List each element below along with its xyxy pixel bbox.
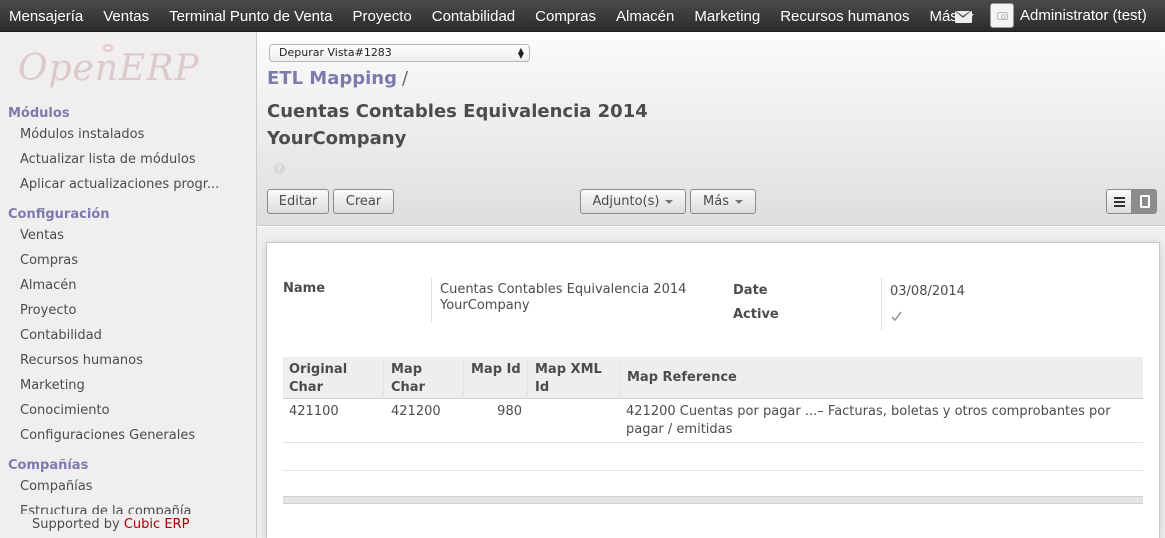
openerp-logo[interactable]: OpenERP bbox=[18, 44, 200, 89]
sidebar-item-proyecto[interactable]: Proyecto bbox=[20, 303, 77, 318]
breadcrumb: ETL Mapping / bbox=[267, 68, 408, 89]
view-header: Depurar Vista#1283 ▲ ▼ ETL Mapping / Cuent… bbox=[257, 32, 1165, 226]
column-map-reference[interactable]: Map Reference bbox=[621, 357, 1143, 399]
name-label: Name bbox=[283, 281, 326, 296]
menu-item-marketing[interactable]: Marketing bbox=[684, 8, 770, 25]
active-checkbox[interactable] bbox=[890, 310, 903, 323]
view-switcher bbox=[1106, 189, 1157, 214]
sidebar-item-configuraciones-generales[interactable]: Configuraciones Generales bbox=[20, 428, 195, 443]
cell-map-xml-id bbox=[529, 399, 620, 407]
table-footer bbox=[283, 496, 1143, 504]
sidebar-item-conocimiento[interactable]: Conocimiento bbox=[20, 403, 110, 418]
user-menu[interactable]: Administrator (test) bbox=[1020, 0, 1147, 32]
name-value: Cuentas Contables Equivalencia 2014 Your… bbox=[440, 282, 686, 314]
debug-view-select-value: Depurar Vista#1283 bbox=[279, 46, 392, 59]
field-divider bbox=[431, 278, 432, 322]
sidebar-item-contabilidad[interactable]: Contabilidad bbox=[20, 328, 102, 343]
sidebar-item-marketing[interactable]: Marketing bbox=[20, 378, 85, 393]
camera-icon bbox=[997, 12, 1008, 20]
menu-item-rrhh[interactable]: Recursos humanos bbox=[770, 8, 919, 25]
cell-map-reference: 421200 Cuentas por pagar ...– Facturas, … bbox=[620, 399, 1142, 443]
list-view-icon[interactable] bbox=[1107, 190, 1132, 213]
name-value-line1: Cuentas Contables Equivalencia 2014 bbox=[440, 282, 687, 297]
sidebar-footer: Supported by Cubic ERP bbox=[0, 514, 256, 538]
name-value-line2: YourCompany bbox=[440, 298, 530, 313]
cell-map-reference-line2: pagar / emitidas bbox=[626, 422, 733, 437]
column-map-id[interactable]: Map Id bbox=[465, 357, 528, 399]
breadcrumb-separator: / bbox=[402, 68, 409, 89]
column-map-xml-id[interactable]: Map XML Id bbox=[529, 357, 620, 399]
sidebar-item-ventas[interactable]: Ventas bbox=[20, 228, 64, 243]
avatar[interactable] bbox=[990, 3, 1014, 28]
table-header: Original Char Map Char Map Id Map XML Id… bbox=[283, 357, 1143, 399]
menu-item-compras[interactable]: Compras bbox=[525, 8, 606, 25]
footer-prefix: Supported by bbox=[32, 517, 120, 532]
form-view-icon[interactable] bbox=[1131, 190, 1156, 213]
cell-map-id: 980 bbox=[497, 404, 522, 419]
main-menu: Mensajería Ventas Terminal Punto de Vent… bbox=[0, 0, 984, 32]
active-label: Active bbox=[733, 307, 779, 322]
top-menu-bar: Mensajería Ventas Terminal Punto de Vent… bbox=[0, 0, 1165, 32]
sidebar: OpenERP Módulos Módulos instalados Actua… bbox=[0, 32, 257, 538]
help-icon[interactable]: ? bbox=[274, 163, 285, 174]
sidebar-item-recursos-humanos[interactable]: Recursos humanos bbox=[20, 353, 143, 368]
menu-item-mensajeria[interactable]: Mensajería bbox=[0, 8, 93, 25]
breadcrumb-etl-mapping[interactable]: ETL Mapping bbox=[267, 68, 397, 89]
logo-text: OpenERP bbox=[18, 48, 200, 89]
menu-more-label: Más bbox=[929, 7, 958, 25]
sidebar-section-companias[interactable]: Compañías bbox=[8, 458, 88, 473]
create-button[interactable]: Crear bbox=[333, 189, 394, 214]
date-value: 03/08/2014 bbox=[890, 284, 965, 299]
chevron-down-icon bbox=[665, 199, 674, 204]
sidebar-item-aplicar-actualizaciones[interactable]: Aplicar actualizaciones progr... bbox=[20, 177, 219, 192]
footer-brand-link[interactable]: Cubic ERP bbox=[124, 517, 190, 532]
column-original-char-line1: Original bbox=[289, 362, 348, 377]
menu-item-ventas[interactable]: Ventas bbox=[93, 8, 159, 25]
envelope-icon[interactable] bbox=[955, 11, 972, 23]
more-label: Más bbox=[703, 194, 729, 209]
menu-item-pos[interactable]: Terminal Punto de Venta bbox=[159, 8, 342, 25]
more-button[interactable]: Más bbox=[690, 189, 756, 214]
table-row[interactable]: 421100 421200 980 421200 Cuentas por pag… bbox=[283, 399, 1143, 443]
sidebar-section-configuracion[interactable]: Configuración bbox=[8, 207, 109, 222]
sidebar-item-almacen[interactable]: Almacén bbox=[20, 278, 77, 293]
column-map-char[interactable]: Map Char bbox=[385, 357, 464, 399]
sidebar-item-modulos-instalados[interactable]: Módulos instalados bbox=[20, 127, 144, 142]
sidebar-item-compras[interactable]: Compras bbox=[20, 253, 78, 268]
menu-item-more[interactable]: Más bbox=[919, 8, 983, 25]
cell-map-reference-line1: 421200 Cuentas por pagar ...– Facturas, … bbox=[626, 404, 1111, 419]
page-title: Cuentas Contables Equivalencia 2014 Your… bbox=[267, 98, 667, 152]
page-title-line2: YourCompany bbox=[267, 128, 407, 149]
chevron-down-icon bbox=[734, 199, 743, 204]
attachments-label: Adjunto(s) bbox=[592, 194, 660, 209]
cell-map-char: 421200 bbox=[391, 404, 441, 419]
debug-view-select[interactable]: Depurar Vista#1283 ▲ ▼ bbox=[269, 44, 530, 62]
sidebar-item-actualizar-lista[interactable]: Actualizar lista de módulos bbox=[20, 152, 196, 167]
cell-original-char: 421100 bbox=[289, 404, 339, 419]
menu-item-almacen[interactable]: Almacén bbox=[606, 8, 684, 25]
logo-swirl bbox=[103, 44, 113, 52]
column-original-char[interactable]: Original Char bbox=[283, 357, 384, 399]
date-label: Date bbox=[733, 283, 768, 298]
page-title-line1: Cuentas Contables Equivalencia 2014 bbox=[267, 101, 648, 122]
sidebar-item-companias[interactable]: Compañías bbox=[20, 479, 93, 494]
table-empty-row bbox=[283, 443, 1143, 471]
select-arrows-icon: ▲ ▼ bbox=[517, 46, 524, 60]
sidebar-section-modulos[interactable]: Módulos bbox=[8, 106, 70, 121]
column-original-char-line2: Char bbox=[289, 380, 323, 395]
menu-item-proyecto[interactable]: Proyecto bbox=[343, 8, 422, 25]
edit-button[interactable]: Editar bbox=[267, 189, 329, 214]
attachments-button[interactable]: Adjunto(s) bbox=[580, 189, 686, 214]
menu-item-contabilidad[interactable]: Contabilidad bbox=[422, 8, 525, 25]
field-divider bbox=[881, 278, 882, 330]
